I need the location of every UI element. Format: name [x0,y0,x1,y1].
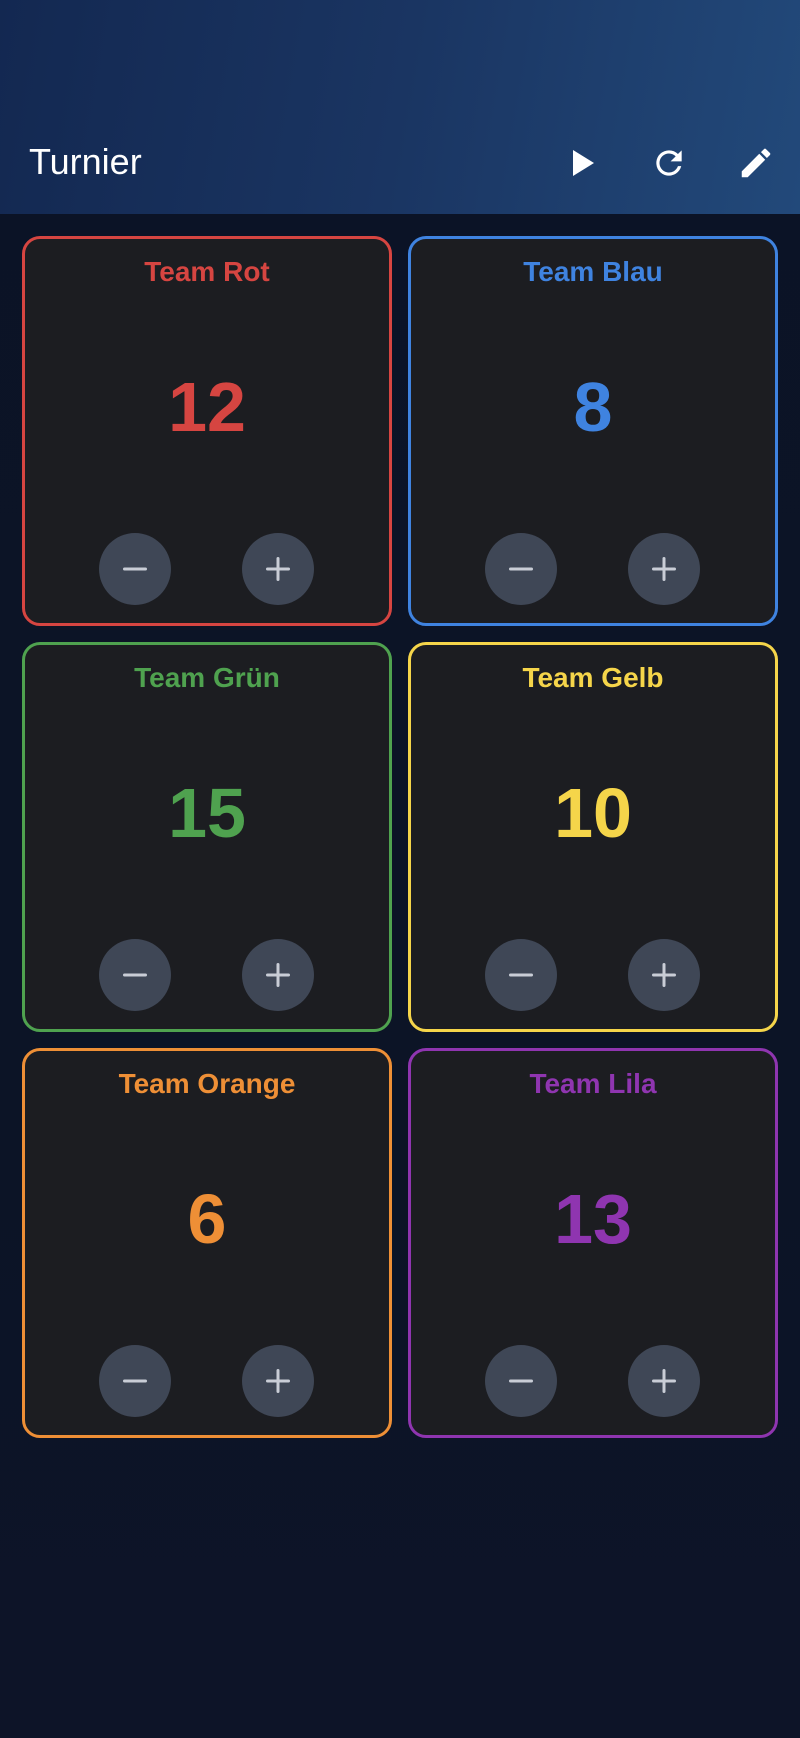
edit-button[interactable] [733,140,779,186]
minus-icon [123,567,147,571]
plus-icon [652,1369,676,1393]
plus-icon [266,963,290,987]
minus-icon [509,973,533,977]
minus-icon [509,567,533,571]
team-score: 15 [168,774,246,852]
decrement-button[interactable] [485,939,557,1011]
decrement-button[interactable] [485,1345,557,1417]
increment-button[interactable] [628,939,700,1011]
team-card: Team Grün 15 [22,642,392,1032]
refresh-icon [656,150,682,176]
team-name: Team Blau [523,256,663,287]
plus-icon [266,557,290,581]
decrement-button[interactable] [485,533,557,605]
increment-button[interactable] [628,533,700,605]
increment-button[interactable] [242,1345,314,1417]
app-bar: Turnier [0,0,800,214]
team-grid: Team Rot 12 Team Blau 8 Team Grün 15 Tea… [22,236,778,1438]
minus-icon [509,1379,533,1383]
team-card: Team Blau 8 [408,236,778,626]
team-name: Team Lila [529,1068,657,1099]
increment-button[interactable] [242,533,314,605]
minus-icon [123,973,147,977]
team-name: Team Orange [118,1068,296,1099]
app-title: Turnier [29,141,142,182]
team-name: Team Rot [144,256,270,287]
increment-button[interactable] [242,939,314,1011]
play-button[interactable] [560,140,606,186]
team-score: 13 [554,1180,632,1258]
decrement-button[interactable] [99,533,171,605]
team-score: 12 [168,368,246,446]
team-score: 8 [573,368,613,446]
pencil-icon [741,148,771,178]
minus-icon [123,1379,147,1383]
team-score: 10 [554,774,632,852]
increment-button[interactable] [628,1345,700,1417]
team-card: Team Orange 6 [22,1048,392,1438]
decrement-button[interactable] [99,1345,171,1417]
team-card: Team Lila 13 [408,1048,778,1438]
team-card: Team Gelb 10 [408,642,778,1032]
plus-icon [652,963,676,987]
team-name: Team Gelb [522,662,664,693]
refresh-button[interactable] [646,140,692,186]
plus-icon [266,1369,290,1393]
decrement-button[interactable] [99,939,171,1011]
team-score: 6 [187,1180,227,1258]
team-name: Team Grün [134,662,280,693]
plus-icon [652,557,676,581]
play-icon [573,150,594,176]
team-card: Team Rot 12 [22,236,392,626]
